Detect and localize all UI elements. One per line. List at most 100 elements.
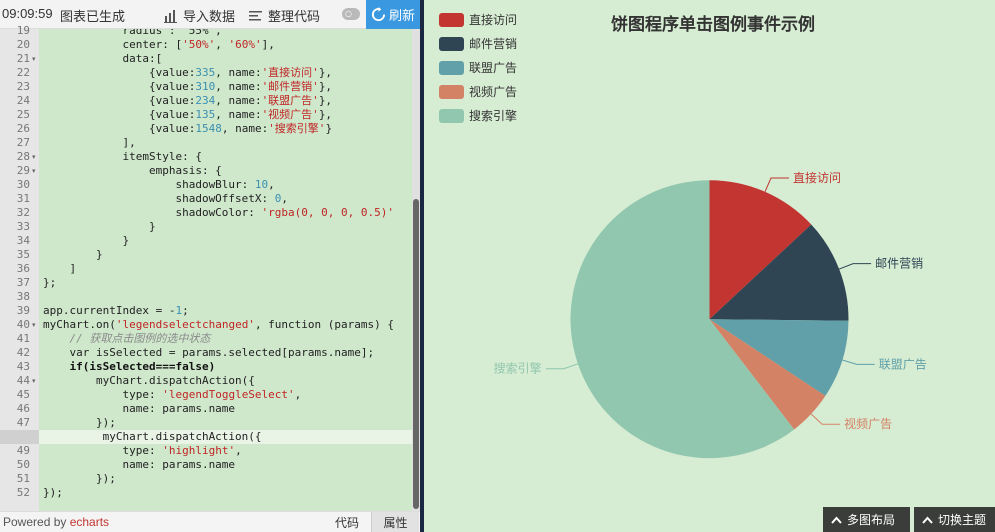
legend-item-label[interactable]: 联盟广告 [469,61,517,75]
code-line[interactable]: myChart.dispatchAction({ [43,374,255,388]
fold-arrow-icon[interactable]: ▾ [32,150,38,164]
line-number: 38 [16,290,30,303]
editor-footer: Powered by echarts 代码 属性 [0,511,420,532]
refresh-label: 刷新 [388,8,415,23]
line-number: 49 [16,444,30,457]
code-line[interactable]: type: 'legendToggleSelect', [43,388,301,402]
line-number: 50 [16,458,30,471]
bar-chart-icon [164,9,177,23]
code-line[interactable]: data:[ [43,52,162,66]
chart-preview: 饼图程序单击图例事件示例 直接访问 邮件营销 联盟广告 视频广告 搜索引擎 直接访问 邮件营销… [424,0,995,532]
code-line[interactable]: } [43,248,103,262]
line-number: 20 [16,38,30,51]
code-line[interactable]: }); [43,486,63,500]
scrollbar-thumb[interactable] [413,199,419,509]
chevron-up-icon [922,516,933,524]
slice-label-line [545,363,579,370]
legend-swatch[interactable] [439,13,464,27]
fold-arrow-icon[interactable]: ▾ [32,374,38,388]
legend-item-label[interactable]: 搜索引擎 [469,108,517,123]
tidy-code-label: 整理代码 [268,9,321,24]
code-line[interactable]: radius : '55%', [43,29,221,38]
code-line[interactable]: }); [43,416,116,430]
legend-swatch[interactable] [439,61,464,75]
code-line[interactable]: ], [43,136,135,150]
fold-arrow-icon[interactable]: ▾ [32,52,38,66]
chart-title: 饼图程序单击图例事件示例 [611,14,815,34]
code-line[interactable]: shadowColor: 'rgba(0, 0, 0, 0.5)' [43,206,394,220]
code-line[interactable]: itemStyle: { [43,150,201,164]
code-line[interactable]: shadowBlur: 10, [43,178,274,192]
slice-label: 搜索引擎 [494,361,542,376]
legend-swatch[interactable] [439,109,464,123]
legend-item-label[interactable]: 邮件营销 [469,37,517,51]
line-number: 47 [16,416,30,429]
code-line[interactable]: {value:1548, name:'搜索引擎'} [43,122,332,136]
line-number: 44 [16,374,30,387]
editor-scrollbar[interactable] [412,29,420,511]
slice-label-line [838,263,872,270]
code-line[interactable]: } [43,234,129,248]
switch-theme-label: 切换主题 [938,513,987,527]
code-line[interactable]: }; [43,276,56,290]
multi-layout-button[interactable]: 多图布局 [823,507,910,532]
line-number: 25 [16,108,30,121]
slice-label-line [764,177,789,192]
fold-arrow-icon[interactable]: ▾ [32,318,38,332]
line-number: 35 [16,248,30,261]
code-line[interactable]: shadowOffsetX: 0, [43,192,288,206]
line-number: 19 [16,24,30,37]
code-editor[interactable]: radius : '55%', center: ['50%', '60%'], … [39,29,412,511]
legend-item-label[interactable]: 视频广告 [469,84,517,99]
code-line[interactable]: } [43,220,156,234]
tidy-code-button[interactable]: 整理代码 [249,6,320,25]
legend-item-label[interactable]: 直接访问 [469,12,517,27]
switch-theme-button[interactable]: 切换主题 [914,507,995,532]
code-line[interactable]: name: params.name [43,458,235,472]
line-number: 24 [16,94,30,107]
code-line[interactable]: name: params.name [43,402,235,416]
import-data-button[interactable]: 导入数据 [164,6,235,25]
auto-run-toggle[interactable]: ○ [342,8,360,20]
code-line[interactable]: }); [43,472,116,486]
pie-chart: 饼图程序单击图例事件示例直接访问邮件营销联盟广告视频广告搜索引擎直接访问邮件营销… [439,12,927,459]
code-line[interactable]: {value:310, name:'邮件营销'}, [43,80,332,94]
code-line[interactable]: {value:234, name:'联盟广告'}, [43,94,332,108]
line-number: 22 [16,66,30,79]
slice-label: 邮件营销 [875,257,923,271]
line-number: 28 [16,150,30,163]
line-number: 27 [16,136,30,149]
code-line[interactable]: {value:135, name:'视频广告'}, [43,108,332,122]
code-line[interactable]: ] [43,262,76,276]
code-line[interactable]: if(isSelected===false) [43,360,216,374]
powered-by-text: Powered by echarts [3,515,109,529]
line-number: 43 [16,360,30,373]
echarts-link[interactable]: echarts [70,515,109,529]
code-line[interactable]: var isSelected = params.selected[params.… [43,346,374,360]
code-line-active[interactable]: myChart.dispatchAction({ [39,430,412,444]
code-line[interactable]: emphasis: { [43,164,222,178]
refresh-icon [371,7,386,22]
code-line[interactable]: {value:335, name:'直接访问'}, [43,66,332,80]
active-line-gutter-highlight [0,430,39,444]
line-number: 39 [16,304,30,317]
import-data-label: 导入数据 [183,9,236,24]
line-number: 33 [16,220,30,233]
line-number: 37 [16,276,30,289]
generation-status: 图表已生成 [60,9,126,24]
refresh-button[interactable]: 刷新 [366,0,420,29]
code-line[interactable]: myChart.on('legendselectchanged', functi… [43,318,394,332]
editor-pane: 09:09:59 图表已生成 导入数据 整理代码 ○ 刷新 19 20 21 ▾… [0,0,420,532]
tab-code[interactable]: 代码 [323,512,371,532]
powered-prefix: Powered by [3,515,70,529]
code-line[interactable]: type: 'highlight', [43,444,241,458]
legend-swatch[interactable] [439,37,464,51]
slice-label: 直接访问 [793,170,841,185]
line-number: 23 [16,80,30,93]
fold-arrow-icon[interactable]: ▾ [32,164,38,178]
code-line[interactable]: app.currentIndex = -1; [43,304,189,318]
code-line[interactable]: // 获取点击图例的选中状态 [43,332,211,346]
code-line[interactable]: center: ['50%', '60%'], [43,38,274,52]
legend-swatch[interactable] [439,85,464,99]
tab-properties[interactable]: 属性 [371,512,419,532]
